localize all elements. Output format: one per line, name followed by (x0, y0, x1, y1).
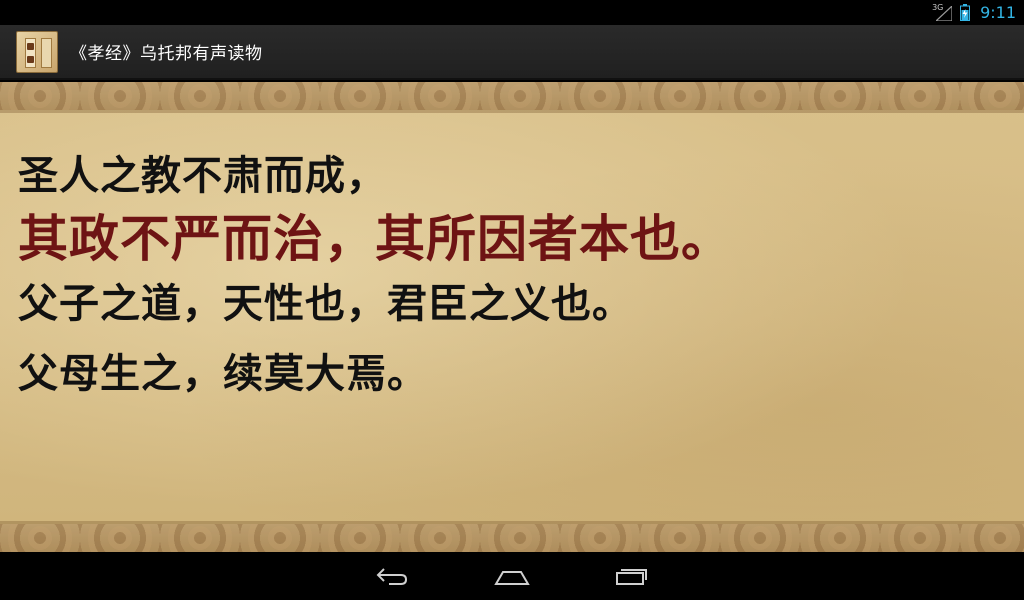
decorative-border-top (0, 82, 1024, 110)
status-bar: 3G 9:11 (0, 0, 1024, 25)
verse-line: 父母生之，续莫大焉。 (18, 351, 428, 397)
home-icon[interactable] (492, 561, 532, 591)
recent-apps-icon[interactable] (612, 561, 652, 591)
battery-icon (960, 4, 971, 22)
app-title: 《孝经》乌托邦有声读物 (70, 44, 263, 64)
back-icon[interactable] (372, 561, 412, 591)
decorative-border-bottom (0, 524, 1024, 552)
verse-line: 父子之道，天性也，君臣之义也。 (18, 281, 633, 327)
verse-line-highlighted: 其政不严而治，其所因者本也。 (18, 210, 732, 268)
scroll-reading-area[interactable]: 圣人之教不肃而成， 其政不严而治，其所因者本也。 父子之道，天性也，君臣之义也。… (0, 82, 1024, 552)
action-bar: 《孝经》乌托邦有声读物 (0, 25, 1024, 80)
signal-icon: 3G (932, 3, 954, 22)
border-divider-top (0, 110, 1024, 113)
navigation-bar (0, 552, 1024, 600)
clock: 9:11 (980, 3, 1016, 22)
book-scroll-icon[interactable] (16, 30, 58, 73)
verse-line: 圣人之教不肃而成， (18, 153, 387, 199)
verse-list: 圣人之教不肃而成， 其政不严而治，其所因者本也。 父子之道，天性也，君臣之义也。… (18, 156, 1008, 394)
